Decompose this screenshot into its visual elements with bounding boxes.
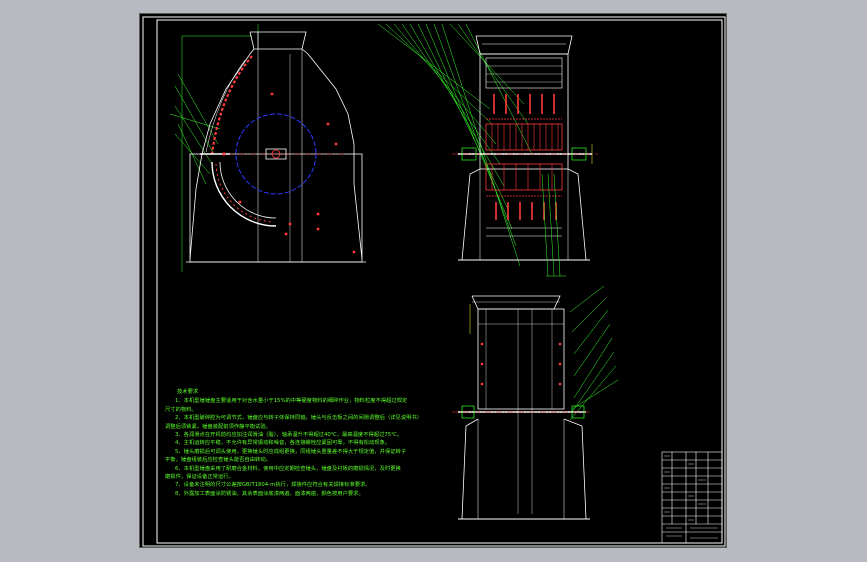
notes-line: 磨损件，保证设备正常运行。 <box>165 474 234 481</box>
notes-title: 技术要求 <box>177 389 199 395</box>
title-block <box>661 451 723 544</box>
notes-line: 平衡，锤盘组装后应检查锤头能否自由转动。 <box>165 457 271 464</box>
side-section-view <box>169 24 366 272</box>
notes-line: 4、主机运转应平稳，不允许有异常振动和噪音，各连接螺栓应紧固可靠，不得有松动现象… <box>175 440 391 447</box>
notes-line: 3、各润滑点在开机前均应加注润滑油（脂），轴承温升不得超过40℃，最高温度不得超… <box>175 432 403 439</box>
front-view <box>377 23 598 277</box>
technical-requirements-notes: 技术要求 1、本机型锤锤盘主要适用于对含水量小于15%的中等硬度物料的细碎作业，… <box>163 388 595 498</box>
notes-line: 调整后须锁紧，锤盘装配前须作静平衡试验。 <box>165 423 271 430</box>
notes-line: 7、设备未注明的尺寸公差按GB/T1804-m执行，焊接件应符合有关焊接标准要求… <box>175 482 371 489</box>
notes-line: 6、本机型锤盘采用了耐磨合金材料，使用中应定期检查锤头、锤盘及衬板的磨损情况，及… <box>175 465 401 472</box>
notes-line: 尺寸的物料。 <box>165 406 197 413</box>
notes-line: 1、本机型锤锤盘主要适用于对含水量小于15%的中等硬度物料的细碎作业，物料粒度不… <box>175 398 408 405</box>
notes-line: 8、外露加工表面涂防锈油，其余表面涂底漆两遍、面漆两遍，颜色按用户要求。 <box>175 490 364 497</box>
notes-line: 5、锤头磨损后可调头使用，更换锤头时应成组更换，同组锤头重量差不得大于规定值，并… <box>175 448 407 455</box>
notes-line: 2、本机型破碎腔为可调节式，锤盘应与转子体保持同轴，锤头与反击板之间的间隙调整后… <box>175 415 423 422</box>
